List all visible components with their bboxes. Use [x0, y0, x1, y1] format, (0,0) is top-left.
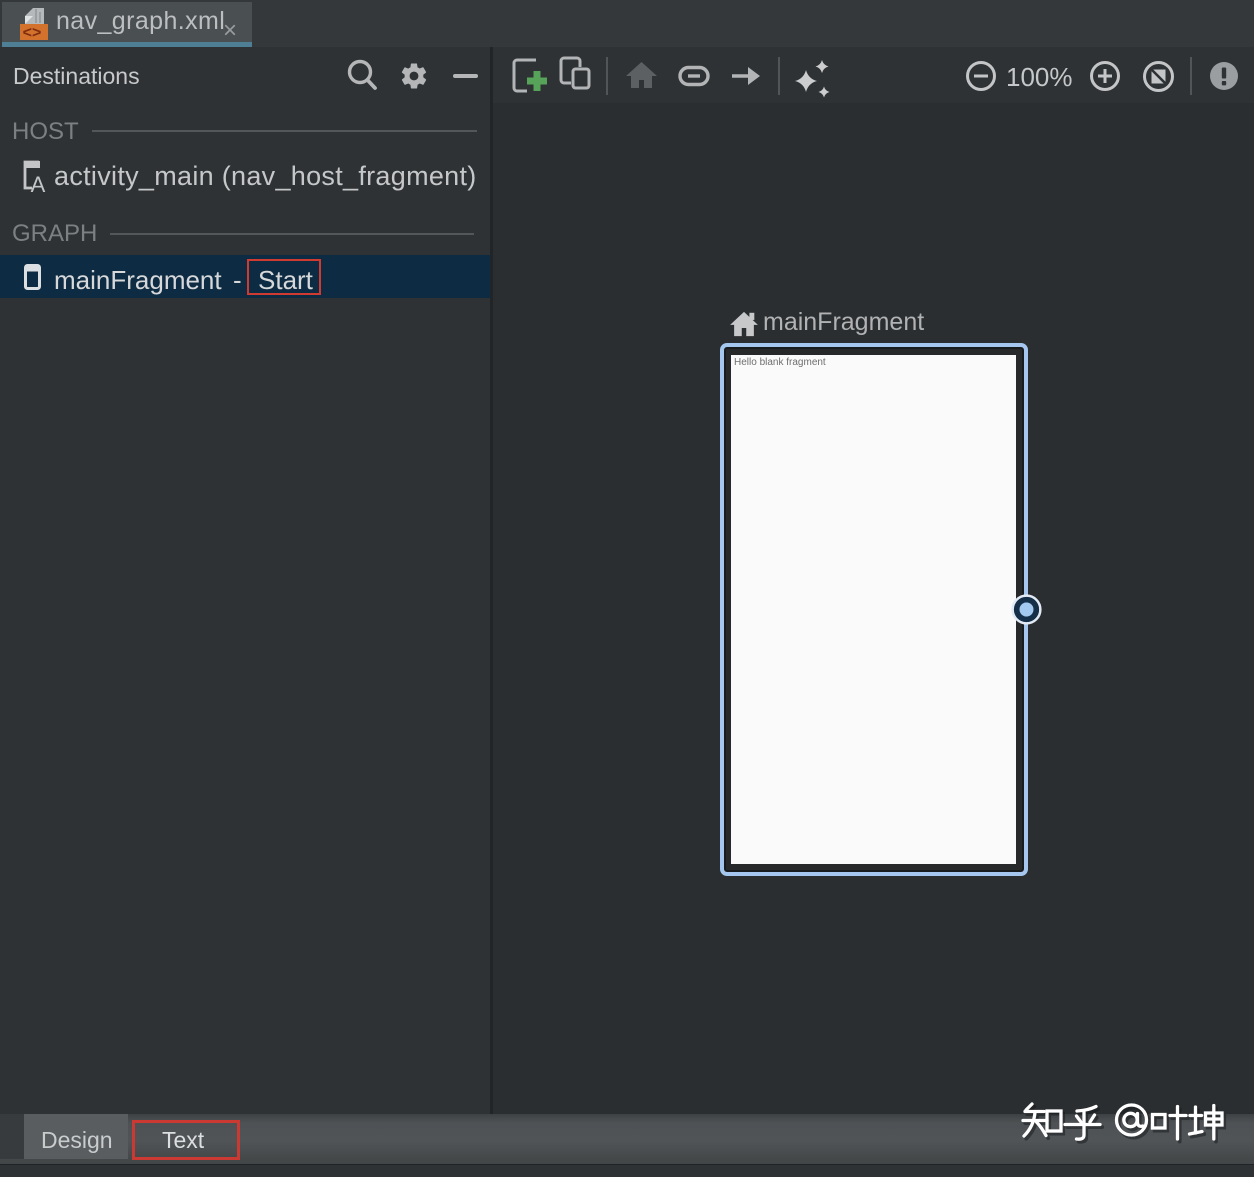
svg-text:<>: <> [23, 25, 42, 42]
svg-text:A: A [31, 172, 46, 194]
